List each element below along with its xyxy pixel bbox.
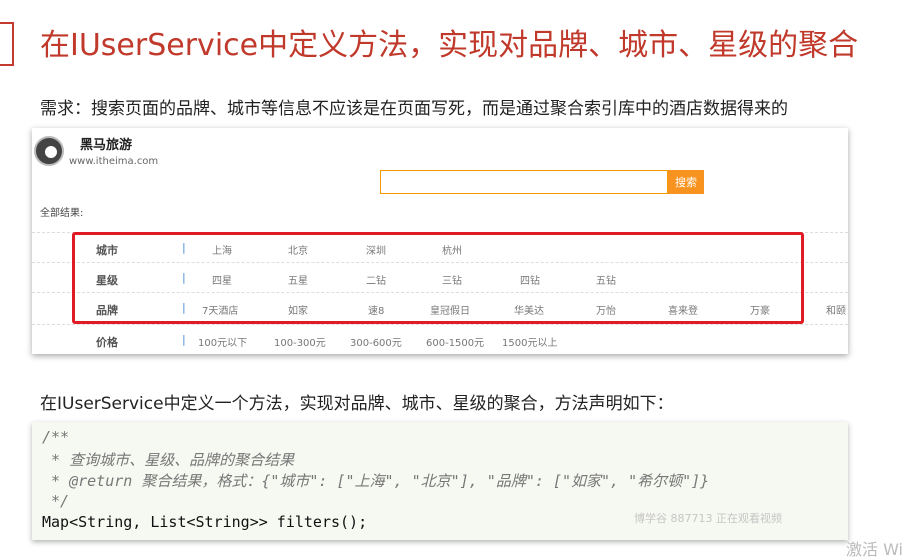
video-watermark: 博学谷 887713 正在观看视频: [634, 512, 782, 525]
filter-option-brand[interactable]: 和颐: [826, 302, 846, 317]
code-comment-line: /**: [42, 428, 70, 446]
requirement-text: 需求：搜索页面的品牌、城市等信息不应该是在页面写死，而是通过聚合索引库中的酒店数…: [40, 99, 788, 119]
embedded-screenshot: 黑马旅游 www.itheima.com 搜索 全部结果: 城市 | 上海 北京…: [32, 128, 848, 354]
logo-icon: [34, 136, 64, 166]
brand-name: 黑马旅游: [80, 138, 133, 153]
filter-option-price[interactable]: 300-600元: [350, 334, 402, 349]
filter-label-price: 价格: [96, 336, 118, 349]
sub-heading: 在IUserService中定义一个方法，实现对品牌、城市、星级的聚合，方法声明…: [40, 394, 674, 414]
highlight-box: [72, 232, 804, 324]
search-button[interactable]: 搜索: [668, 170, 704, 194]
filter-option-price[interactable]: 600-1500元: [426, 334, 484, 349]
filter-option-price[interactable]: 100元以下: [198, 334, 247, 349]
code-comment-line: */: [42, 492, 70, 510]
code-comment-line: * @return 聚合结果，格式：{"城市": ["上海", "北京"], "…: [42, 472, 710, 490]
filter-row-price: 价格 | 100元以下 100-300元 300-600元 600-1500元 …: [32, 324, 848, 354]
activate-windows-notice: 激活 Wi: [846, 540, 904, 559]
search-input[interactable]: [380, 170, 668, 194]
title-accent-bracket: [0, 22, 14, 66]
slide-title: 在IUserService中定义方法，实现对品牌、城市、星级的聚合: [40, 28, 859, 63]
code-method-signature: Map<String, List<String>> filters();: [42, 513, 368, 531]
filter-separator: |: [182, 333, 186, 346]
code-comment-line: * 查询城市、星级、品牌的聚合结果: [42, 451, 295, 469]
all-results-label: 全部结果:: [40, 208, 84, 219]
filter-option-price[interactable]: 1500元以上: [502, 334, 557, 349]
brand-url: www.itheima.com: [69, 156, 159, 167]
filter-option-price[interactable]: 100-300元: [274, 334, 326, 349]
